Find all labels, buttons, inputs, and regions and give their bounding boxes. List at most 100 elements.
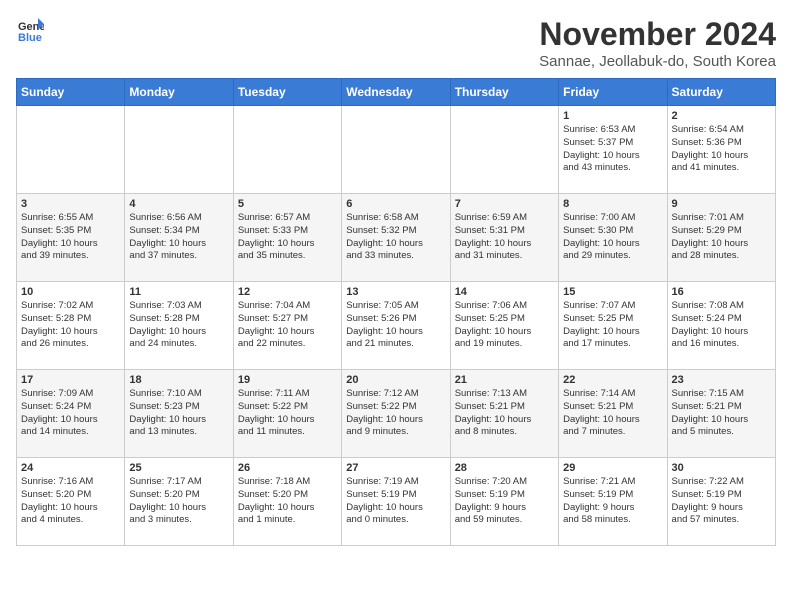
day-info: Sunrise: 7:09 AM Sunset: 5:24 PM Dayligh… [21, 388, 120, 439]
day-info: Sunrise: 7:21 AM Sunset: 5:19 PM Dayligh… [563, 476, 662, 527]
day-info: Sunrise: 6:59 AM Sunset: 5:31 PM Dayligh… [455, 212, 554, 263]
logo: General Blue [16, 16, 44, 44]
calendar-cell [17, 106, 125, 194]
calendar-cell [450, 106, 558, 194]
day-number: 11 [129, 286, 228, 298]
weekday-header-thursday: Thursday [450, 79, 558, 106]
weekday-header-row: SundayMondayTuesdayWednesdayThursdayFrid… [17, 79, 776, 106]
calendar-cell: 7 Sunrise: 6:59 AM Sunset: 5:31 PM Daylig… [450, 194, 558, 282]
calendar-cell: 26 Sunrise: 7:18 AM Sunset: 5:20 PM Dayli… [233, 458, 341, 546]
day-info: Sunrise: 6:53 AM Sunset: 5:37 PM Dayligh… [563, 124, 662, 175]
title-block: November 2024 Sannae, Jeollabuk-do, Sout… [539, 16, 776, 70]
calendar-cell: 1 Sunrise: 6:53 AM Sunset: 5:37 PM Daylig… [559, 106, 667, 194]
day-number: 25 [129, 462, 228, 474]
day-number: 10 [21, 286, 120, 298]
day-info: Sunrise: 7:15 AM Sunset: 5:21 PM Dayligh… [672, 388, 771, 439]
day-number: 28 [455, 462, 554, 474]
day-info: Sunrise: 6:54 AM Sunset: 5:36 PM Dayligh… [672, 124, 771, 175]
calendar-cell: 14 Sunrise: 7:06 AM Sunset: 5:25 PM Dayli… [450, 282, 558, 370]
day-info: Sunrise: 7:06 AM Sunset: 5:25 PM Dayligh… [455, 300, 554, 351]
calendar-cell: 11 Sunrise: 7:03 AM Sunset: 5:28 PM Dayli… [125, 282, 233, 370]
logo-icon: General Blue [16, 16, 44, 44]
calendar-cell: 19 Sunrise: 7:11 AM Sunset: 5:22 PM Dayli… [233, 370, 341, 458]
calendar-cell: 3 Sunrise: 6:55 AM Sunset: 5:35 PM Daylig… [17, 194, 125, 282]
day-info: Sunrise: 7:18 AM Sunset: 5:20 PM Dayligh… [238, 476, 337, 527]
day-number: 24 [21, 462, 120, 474]
calendar-cell: 30Sunrise: 7:22 AM Sunset: 5:19 PM Dayli… [667, 458, 775, 546]
day-number: 12 [238, 286, 337, 298]
calendar-cell: 21 Sunrise: 7:13 AM Sunset: 5:21 PM Dayli… [450, 370, 558, 458]
calendar-cell: 16 Sunrise: 7:08 AM Sunset: 5:24 PM Dayli… [667, 282, 775, 370]
day-info: Sunrise: 7:04 AM Sunset: 5:27 PM Dayligh… [238, 300, 337, 351]
day-info: Sunrise: 7:16 AM Sunset: 5:20 PM Dayligh… [21, 476, 120, 527]
calendar-cell: 18Sunrise: 7:10 AM Sunset: 5:23 PM Dayli… [125, 370, 233, 458]
weekday-header-monday: Monday [125, 79, 233, 106]
calendar-table: SundayMondayTuesdayWednesdayThursdayFrid… [16, 78, 776, 546]
calendar-week-row: 1 Sunrise: 6:53 AM Sunset: 5:37 PM Daylig… [17, 106, 776, 194]
day-number: 9 [672, 198, 771, 210]
calendar-cell: 22 Sunrise: 7:14 AM Sunset: 5:21 PM Dayli… [559, 370, 667, 458]
day-info: Sunrise: 7:07 AM Sunset: 5:25 PM Dayligh… [563, 300, 662, 351]
calendar-cell: 4Sunrise: 6:56 AM Sunset: 5:34 PM Daylig… [125, 194, 233, 282]
calendar-cell: 8Sunrise: 7:00 AM Sunset: 5:30 PM Daylig… [559, 194, 667, 282]
day-number: 16 [672, 286, 771, 298]
day-number: 7 [455, 198, 554, 210]
calendar-week-row: 24 Sunrise: 7:16 AM Sunset: 5:20 PM Dayli… [17, 458, 776, 546]
day-number: 22 [563, 374, 662, 386]
day-info: Sunrise: 7:02 AM Sunset: 5:28 PM Dayligh… [21, 300, 120, 351]
weekday-header-wednesday: Wednesday [342, 79, 450, 106]
weekday-header-saturday: Saturday [667, 79, 775, 106]
day-number: 4 [129, 198, 228, 210]
calendar-cell: 6 Sunrise: 6:58 AM Sunset: 5:32 PM Daylig… [342, 194, 450, 282]
day-number: 5 [238, 198, 337, 210]
calendar-cell: 15 Sunrise: 7:07 AM Sunset: 5:25 PM Dayli… [559, 282, 667, 370]
weekday-header-friday: Friday [559, 79, 667, 106]
month-title: November 2024 [539, 16, 776, 53]
day-info: Sunrise: 7:14 AM Sunset: 5:21 PM Dayligh… [563, 388, 662, 439]
calendar-cell: 23 Sunrise: 7:15 AM Sunset: 5:21 PM Dayli… [667, 370, 775, 458]
calendar-cell: 20Sunrise: 7:12 AM Sunset: 5:22 PM Dayli… [342, 370, 450, 458]
day-info: Sunrise: 7:20 AM Sunset: 5:19 PM Dayligh… [455, 476, 554, 527]
day-number: 15 [563, 286, 662, 298]
day-info: Sunrise: 7:13 AM Sunset: 5:21 PM Dayligh… [455, 388, 554, 439]
day-number: 1 [563, 110, 662, 122]
day-info: Sunrise: 6:57 AM Sunset: 5:33 PM Dayligh… [238, 212, 337, 263]
day-number: 6 [346, 198, 445, 210]
day-number: 26 [238, 462, 337, 474]
day-number: 19 [238, 374, 337, 386]
day-info: Sunrise: 7:01 AM Sunset: 5:29 PM Dayligh… [672, 212, 771, 263]
day-info: Sunrise: 7:03 AM Sunset: 5:28 PM Dayligh… [129, 300, 228, 351]
day-info: Sunrise: 6:58 AM Sunset: 5:32 PM Dayligh… [346, 212, 445, 263]
day-number: 18 [129, 374, 228, 386]
page-header: General Blue November 2024 Sannae, Jeoll… [16, 16, 776, 70]
day-number: 21 [455, 374, 554, 386]
calendar-cell: 5 Sunrise: 6:57 AM Sunset: 5:33 PM Daylig… [233, 194, 341, 282]
calendar-week-row: 10 Sunrise: 7:02 AM Sunset: 5:28 PM Dayli… [17, 282, 776, 370]
calendar-cell: 10 Sunrise: 7:02 AM Sunset: 5:28 PM Dayli… [17, 282, 125, 370]
day-info: Sunrise: 7:08 AM Sunset: 5:24 PM Dayligh… [672, 300, 771, 351]
day-info: Sunrise: 7:11 AM Sunset: 5:22 PM Dayligh… [238, 388, 337, 439]
day-info: Sunrise: 7:17 AM Sunset: 5:20 PM Dayligh… [129, 476, 228, 527]
calendar-cell: 27Sunrise: 7:19 AM Sunset: 5:19 PM Dayli… [342, 458, 450, 546]
svg-text:Blue: Blue [18, 32, 42, 44]
location-title: Sannae, Jeollabuk-do, South Korea [539, 53, 776, 70]
calendar-cell: 17 Sunrise: 7:09 AM Sunset: 5:24 PM Dayli… [17, 370, 125, 458]
day-number: 23 [672, 374, 771, 386]
day-number: 30 [672, 462, 771, 474]
weekday-header-tuesday: Tuesday [233, 79, 341, 106]
calendar-cell: 25 Sunrise: 7:17 AM Sunset: 5:20 PM Dayli… [125, 458, 233, 546]
day-number: 2 [672, 110, 771, 122]
calendar-cell [125, 106, 233, 194]
calendar-cell: 12 Sunrise: 7:04 AM Sunset: 5:27 PM Dayli… [233, 282, 341, 370]
day-number: 3 [21, 198, 120, 210]
day-info: Sunrise: 7:12 AM Sunset: 5:22 PM Dayligh… [346, 388, 445, 439]
calendar-cell: 13Sunrise: 7:05 AM Sunset: 5:26 PM Dayli… [342, 282, 450, 370]
day-info: Sunrise: 6:55 AM Sunset: 5:35 PM Dayligh… [21, 212, 120, 263]
weekday-header-sunday: Sunday [17, 79, 125, 106]
calendar-week-row: 17 Sunrise: 7:09 AM Sunset: 5:24 PM Dayli… [17, 370, 776, 458]
day-number: 14 [455, 286, 554, 298]
calendar-cell: 28 Sunrise: 7:20 AM Sunset: 5:19 PM Dayli… [450, 458, 558, 546]
calendar-cell [342, 106, 450, 194]
day-number: 17 [21, 374, 120, 386]
calendar-cell: 29Sunrise: 7:21 AM Sunset: 5:19 PM Dayli… [559, 458, 667, 546]
